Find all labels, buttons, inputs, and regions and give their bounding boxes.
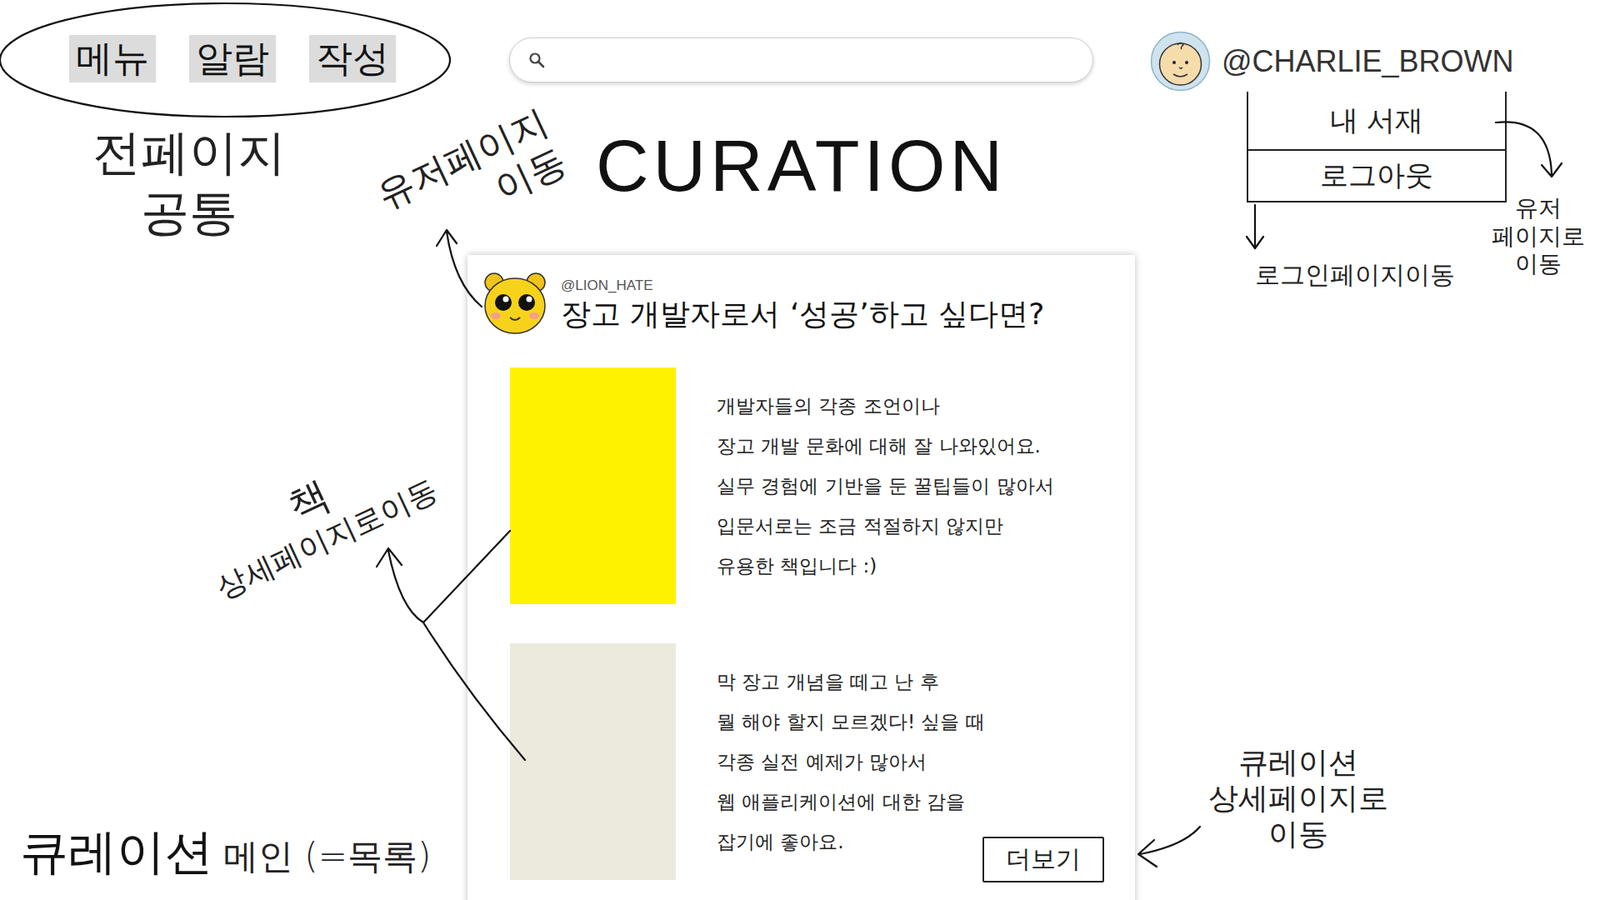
book-list: 개발자들의 각종 조언이나장고 개발 문화에 대해 잘 나와있어요.실무 경험에… [479,367,1119,880]
book-cover[interactable] [510,367,676,605]
center-column: CURATION @LION_HATE장고 개발자로서 ‘성공’하고 싶다면? 개발… [467,0,1135,900]
user-page-note: 유저페이지이동 [370,100,573,256]
user-menu: 내 서재로그아웃 [1246,91,1507,203]
page-title: CURATION [595,123,1007,208]
author-handle[interactable]: @LION_HATE [560,277,1045,295]
book-item: 개발자들의 각종 조언이나장고 개발 문화에 대해 잘 나와있어요.실무 경험에… [510,367,1119,605]
user-profile[interactable]: @CHARLIE_BROWN [1135,30,1600,92]
user-page-menu-note: 유저페이지로이동 [1491,194,1585,279]
left-column: 메뉴 알람 작성전페이지공통큐레이션메인 (=목록) [0,0,468,900]
user-handle[interactable]: @CHARLIE_BROWN [1221,44,1515,80]
common-note: 전페이지공통 [76,122,302,244]
book-description: 막 장고 개념을 떼고 난 후뭘 해야 할지 모르겠다! 싶을 때각종 실전 예… [716,661,985,862]
page-label-note: 메인 (=목록) [223,833,431,880]
curation-card: @LION_HATE장고 개발자로서 ‘성공’하고 싶다면? 개발자들의 각종 조… [467,255,1135,900]
charlie-brown-avatar-icon[interactable] [1150,30,1211,92]
curation-title: 장고 개발자로서 ‘성공’하고 싶다면? [560,295,1045,332]
curation-page: 메뉴 알람 작성전페이지공통큐레이션메인 (=목록) CURATION @LION_HA… [0,0,1600,900]
book-detail-note: 책상세페이지로이동 [185,425,448,608]
book-description: 개발자들의 각종 조언이나장고 개발 문화에 대해 잘 나와있어요.실무 경험에… [716,385,1055,586]
more-button[interactable]: 더보기 [982,836,1105,883]
nav-group: 메뉴 알람 작성 [0,35,468,83]
user-menu-arrow-icon [1495,121,1562,177]
nav-button[interactable]: 작성 [309,35,396,83]
user-menu-item[interactable]: 로그아웃 [1248,150,1505,201]
card-header: @LION_HATE장고 개발자로서 ‘성공’하고 싶다면? [479,267,1119,340]
detail-arrow-icon [1138,826,1200,867]
nav-button[interactable]: 메뉴 [69,35,156,83]
user-arrow-icon [436,230,482,307]
page-label: 큐레이션메인 (=목록) [0,820,468,900]
login-arrow-icon [1246,205,1264,249]
book-arrow-icon [376,530,525,760]
card-meta: @LION_HATE장고 개발자로서 ‘성공’하고 싶다면? [560,267,1045,332]
sketch-lines [0,0,1600,900]
right-column: @CHARLIE_BROWN내 서재로그아웃로그인페이지이동유저페이지로이동 [1135,0,1600,900]
lion-avatar-icon[interactable] [479,267,551,340]
page-label-name: 큐레이션 [20,820,214,885]
magnifier-icon [528,51,545,69]
nav-ellipse [0,3,450,117]
user-menu-item[interactable]: 내 서재 [1248,91,1505,151]
search-bar[interactable] [509,37,1094,83]
nav-button[interactable]: 알람 [189,35,276,83]
curation-detail-note: 큐레이션상세페이지로이동 [1183,744,1414,853]
book-cover[interactable] [510,643,676,880]
